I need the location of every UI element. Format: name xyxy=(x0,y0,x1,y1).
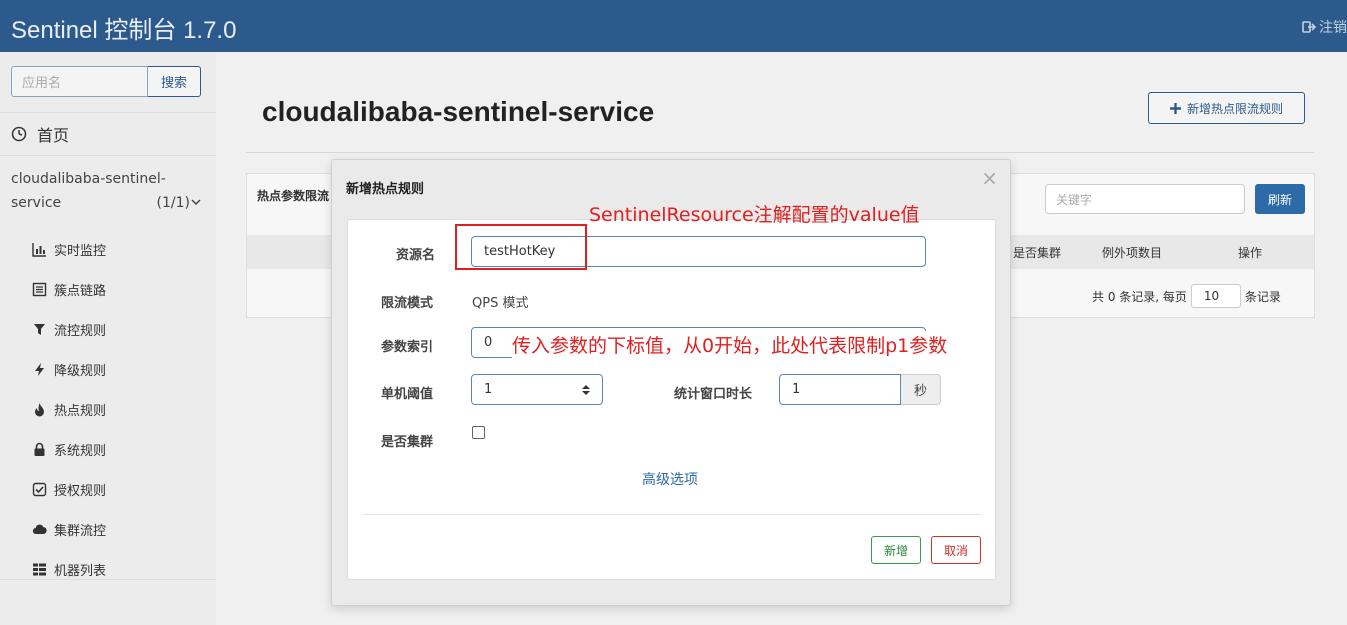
sidebar-item-cluster-flow[interactable]: 集群流控 xyxy=(32,509,106,549)
chevron-down-icon xyxy=(191,199,201,206)
sidebar-divider xyxy=(0,155,216,156)
advanced-options-link[interactable]: 高级选项 xyxy=(642,469,698,489)
app-count: (1/1) xyxy=(157,191,201,215)
check-icon xyxy=(32,482,47,496)
dashboard-icon xyxy=(11,126,27,142)
sidebar-item-label: 集群流控 xyxy=(54,523,107,539)
threshold-input[interactable]: 1 xyxy=(471,374,603,405)
param-index-label: 参数索引 xyxy=(381,340,434,355)
bar-chart-icon xyxy=(32,242,46,257)
panel-title: 热点参数限流 xyxy=(257,189,330,203)
sidebar-item-label: 授权规则 xyxy=(54,483,107,499)
add-button[interactable]: 新增 xyxy=(871,536,921,564)
sidebar-menu: 实时监控 簇点链路 流控规则 降级规则 热点规则 系统规则 授权规则 集群流控 xyxy=(32,229,106,589)
list-icon xyxy=(32,282,47,296)
sidebar: 应用名 搜索 首页 cloudalibaba-sentinel-service … xyxy=(0,52,216,625)
mode-value: QPS 模式 xyxy=(472,296,529,311)
threshold-value: 1 xyxy=(484,382,493,397)
app-search: 应用名 搜索 xyxy=(11,66,201,97)
brand-title[interactable]: Sentinel 控制台 1.7.0 xyxy=(11,10,236,45)
window-duration-input[interactable]: 1 xyxy=(779,374,901,405)
lock-icon xyxy=(34,442,45,456)
app-name: cloudalibaba-sentinel-service xyxy=(11,171,166,211)
annotation-resource-note: SentinelResource注解配置的value值 xyxy=(589,204,920,226)
sidebar-item-label: 降级规则 xyxy=(54,363,107,379)
filter-icon xyxy=(34,323,45,335)
sidebar-item-system-rules[interactable]: 系统规则 xyxy=(32,429,106,469)
spinner-arrows-icon[interactable] xyxy=(582,384,590,396)
sidebar-item-hotspot-rules[interactable]: 热点规则 xyxy=(32,389,106,429)
logout-link[interactable]: 注销 xyxy=(1302,17,1347,37)
page-size-input[interactable]: 10 xyxy=(1190,284,1241,308)
sidebar-divider xyxy=(0,579,216,580)
column-header: 例外项数目 xyxy=(1102,246,1163,260)
sidebar-item-label: 系统规则 xyxy=(54,443,107,459)
home-label: 首页 xyxy=(37,126,70,145)
sidebar-item-flow-rules[interactable]: 流控规则 xyxy=(32,309,106,349)
sidebar-app-entry[interactable]: cloudalibaba-sentinel-service (1/1) xyxy=(11,167,207,215)
mode-label: 限流模式 xyxy=(381,296,434,311)
keyword-input[interactable]: 关键字 xyxy=(1045,184,1245,214)
column-header: 是否集群 xyxy=(1013,246,1062,260)
app-search-input[interactable]: 应用名 xyxy=(11,66,148,97)
pager-suffix: 条记录 xyxy=(1244,289,1281,304)
search-button[interactable]: 搜索 xyxy=(148,66,201,97)
fire-icon xyxy=(35,402,44,416)
form-divider xyxy=(363,514,981,515)
cloud-icon xyxy=(32,524,47,534)
sidebar-item-machines[interactable]: 机器列表 xyxy=(32,549,106,589)
cancel-button[interactable]: 取消 xyxy=(931,536,981,564)
sidebar-item-label: 簇点链路 xyxy=(54,283,107,299)
cluster-label: 是否集群 xyxy=(381,435,434,450)
column-header: 操作 xyxy=(1238,246,1263,260)
page-title: cloudalibaba-sentinel-service xyxy=(262,96,655,127)
add-hotspot-rule-button[interactable]: 新增热点限流规则 xyxy=(1148,92,1305,124)
pager-prefix: 共 0 条记录, 每页 xyxy=(1092,289,1187,304)
title-divider xyxy=(246,152,1314,153)
flash-icon xyxy=(35,362,44,376)
window-label: 统计窗口时长 xyxy=(674,387,753,402)
sidebar-item-label: 流控规则 xyxy=(54,323,107,339)
annotation-highlight-box xyxy=(455,224,587,270)
annotation-param-note: 传入参数的下标值，从0开始，此处代表限制p1参数 xyxy=(512,331,948,358)
sidebar-item-degrade-rules[interactable]: 降级规则 xyxy=(32,349,106,389)
sidebar-item-home[interactable]: 首页 xyxy=(11,122,69,146)
window-unit: 秒 xyxy=(901,374,941,405)
close-icon[interactable]: × xyxy=(981,166,998,190)
sidebar-item-label: 实时监控 xyxy=(54,243,107,259)
resource-label: 资源名 xyxy=(396,248,436,263)
grid-icon xyxy=(33,563,46,575)
top-navbar: Sentinel 控制台 1.7.0 注销 xyxy=(0,0,1347,52)
sidebar-item-cluster-link[interactable]: 簇点链路 xyxy=(32,269,106,309)
cluster-checkbox[interactable] xyxy=(472,426,485,439)
sidebar-divider xyxy=(0,112,216,113)
refresh-button[interactable]: 刷新 xyxy=(1255,184,1305,214)
add-hotspot-rule-label: 新增热点限流规则 xyxy=(1186,101,1283,116)
dialog-form: 资源名 testHotKey 限流模式 QPS 模式 参数索引 0 单机阈值 1… xyxy=(347,219,996,580)
sidebar-item-label: 热点规则 xyxy=(54,403,107,419)
sidebar-item-realtime[interactable]: 实时监控 xyxy=(32,229,106,269)
threshold-label: 单机阈值 xyxy=(381,387,434,402)
logout-label: 注销 xyxy=(1319,20,1347,36)
pagination-info: 共 0 条记录, 每页 10 条记录 xyxy=(1092,284,1281,308)
sidebar-item-label: 机器列表 xyxy=(54,563,107,579)
dialog-title: 新增热点规则 xyxy=(346,182,425,197)
plus-icon xyxy=(1169,102,1181,114)
sign-out-icon xyxy=(1302,21,1316,33)
sidebar-item-auth-rules[interactable]: 授权规则 xyxy=(32,469,106,509)
